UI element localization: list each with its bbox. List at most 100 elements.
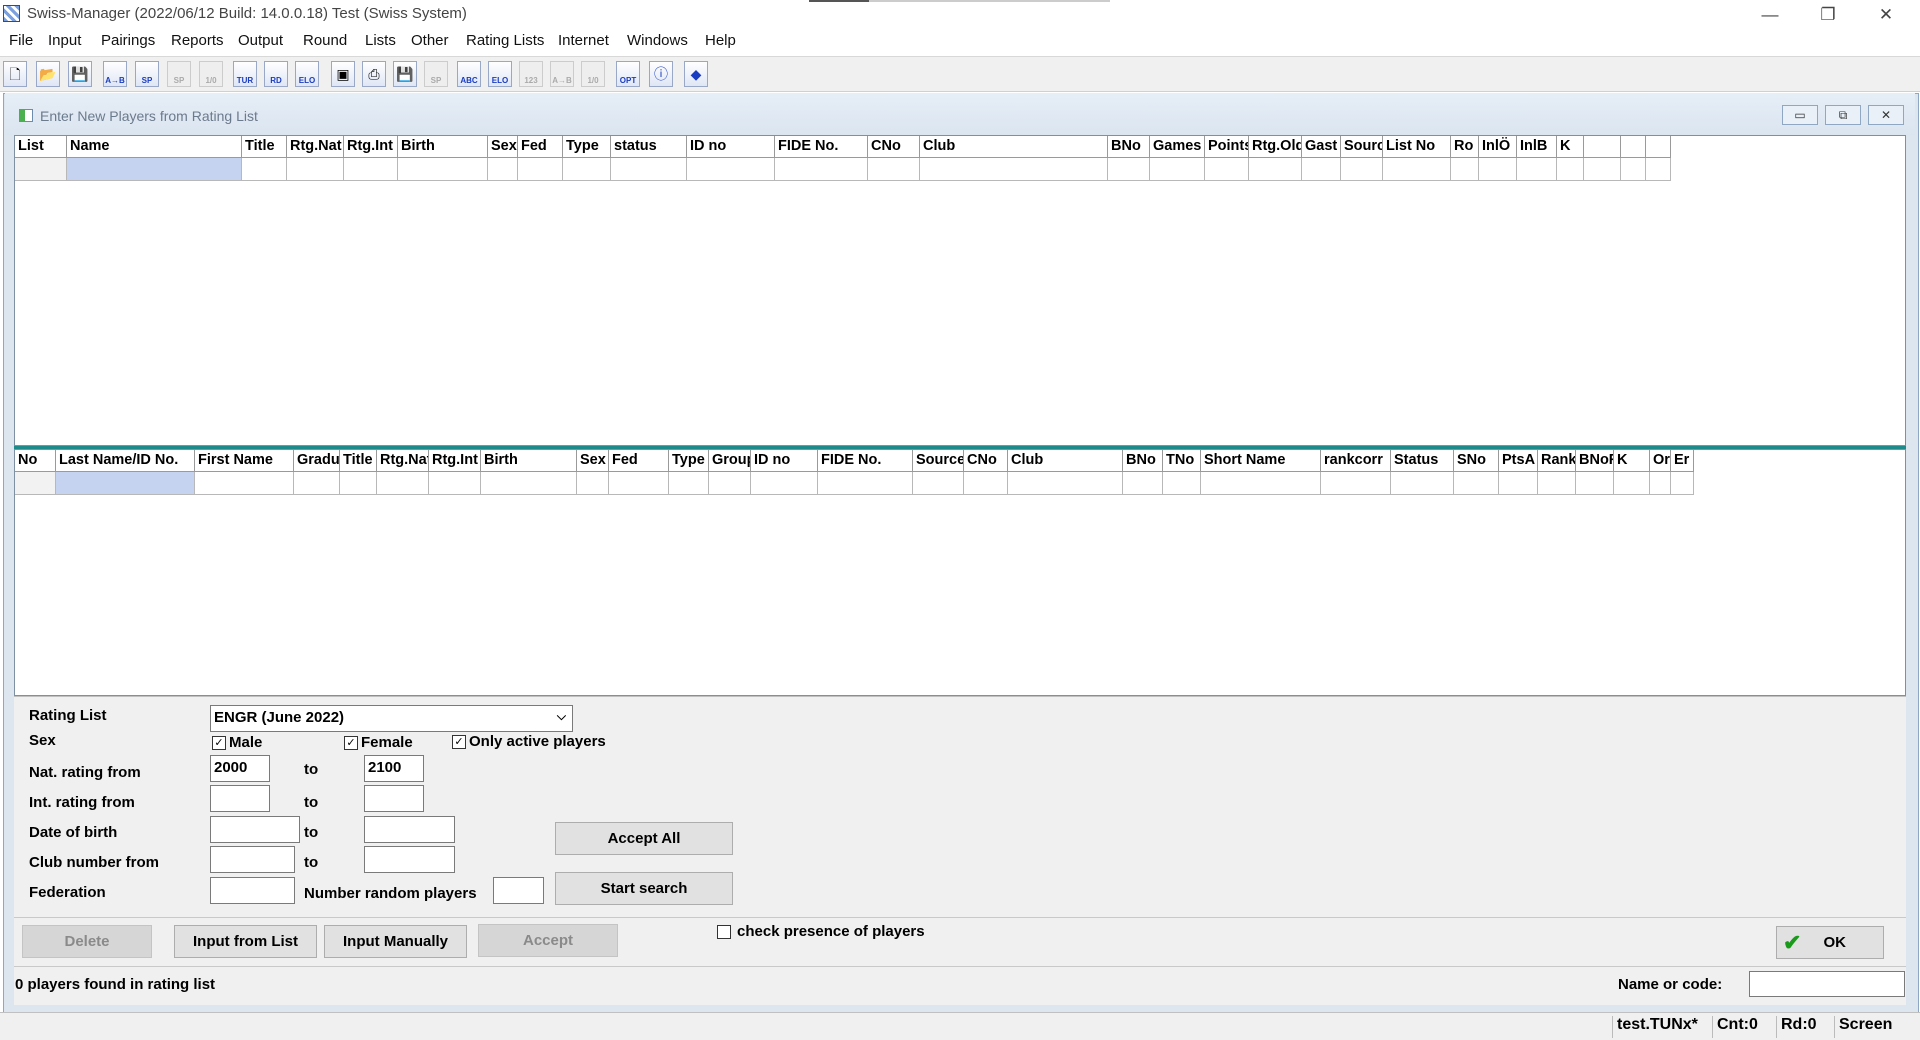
table-cell[interactable] [1302, 158, 1341, 181]
column-header[interactable]: K [1557, 136, 1584, 158]
table-cell[interactable] [481, 472, 577, 495]
save-icon[interactable]: 💾 [68, 61, 92, 87]
column-header[interactable]: CNo [964, 450, 1008, 472]
column-header[interactable]: Games [1150, 136, 1205, 158]
menu-help[interactable]: Help [705, 32, 736, 49]
accept-button[interactable]: Accept [478, 924, 618, 957]
column-header[interactable]: Name [67, 136, 242, 158]
column-header[interactable]: Fed [518, 136, 563, 158]
table-cell[interactable] [1517, 158, 1557, 181]
child-restore-button[interactable]: ⧉ [1825, 105, 1861, 125]
menu-reports[interactable]: Reports [171, 32, 224, 49]
table-cell[interactable] [913, 472, 964, 495]
table-cell[interactable] [818, 472, 913, 495]
column-header[interactable]: FIDE No. [818, 450, 913, 472]
new-file-icon[interactable]: 🗋 [3, 61, 27, 87]
club-from-input[interactable] [210, 846, 295, 873]
pairing-ab-icon[interactable]: A→B [103, 61, 127, 87]
table-cell[interactable] [1008, 472, 1123, 495]
table-cell[interactable] [563, 158, 611, 181]
ab-disabled-icon[interactable]: A→B [550, 61, 574, 87]
column-header[interactable]: InlÖ [1479, 136, 1517, 158]
sp-disabled-icon[interactable]: SP [167, 61, 191, 87]
menu-file[interactable]: File [9, 32, 33, 49]
child-close-button[interactable]: ✕ [1868, 105, 1904, 125]
column-header[interactable]: No [15, 450, 56, 472]
column-header[interactable]: Rtg.Nat [377, 450, 429, 472]
table-cell[interactable] [920, 158, 1108, 181]
dob-to-input[interactable] [364, 816, 455, 843]
table-cell[interactable] [429, 472, 481, 495]
table-cell[interactable] [340, 472, 377, 495]
screen-icon[interactable]: ▣ [331, 61, 355, 87]
delete-button[interactable]: Delete [22, 925, 152, 958]
rating-list-grid[interactable]: List Name Title Rtg.Nat Rtg.Int Birth Sex Fed Ty… [14, 135, 1906, 446]
column-header[interactable]: Group [709, 450, 751, 472]
table-cell[interactable] [1499, 472, 1538, 495]
table-cell[interactable] [1557, 158, 1584, 181]
column-header[interactable]: Rank [1538, 450, 1576, 472]
male-checkbox[interactable]: ✓ [212, 736, 226, 750]
column-header[interactable]: Source [913, 450, 964, 472]
menu-input[interactable]: Input [48, 32, 81, 49]
table-cell[interactable] [868, 158, 920, 181]
rd-icon[interactable]: RD [264, 61, 288, 87]
table-cell[interactable] [611, 158, 687, 181]
column-header[interactable]: List No [1383, 136, 1451, 158]
table-cell[interactable] [1584, 158, 1621, 181]
sp-icon[interactable]: SP [135, 61, 159, 87]
nat-rating-from-input[interactable]: 2000 [210, 755, 270, 782]
tur-icon[interactable]: TUR [233, 61, 257, 87]
opt-icon[interactable]: OPT [616, 61, 640, 87]
column-header[interactable]: Sex [577, 450, 609, 472]
table-cell[interactable] [344, 158, 398, 181]
column-header[interactable]: Title [340, 450, 377, 472]
table-cell[interactable] [1391, 472, 1454, 495]
table-cell[interactable] [964, 472, 1008, 495]
column-header[interactable]: BNo [1108, 136, 1150, 158]
int-rating-to-input[interactable] [364, 785, 424, 812]
book-icon[interactable]: ◆ [684, 61, 708, 87]
restore-button[interactable]: ❐ [1799, 0, 1857, 30]
123-disabled-icon[interactable]: 123 [519, 61, 543, 87]
close-button[interactable]: ✕ [1857, 0, 1915, 30]
table-cell[interactable] [1650, 472, 1671, 495]
column-header[interactable]: SNo [1454, 450, 1499, 472]
column-header[interactable]: Title [242, 136, 287, 158]
column-header[interactable]: List [15, 136, 67, 158]
menu-windows[interactable]: Windows [627, 32, 688, 49]
table-cell[interactable] [488, 158, 518, 181]
table-cell[interactable] [1163, 472, 1201, 495]
input-from-list-button[interactable]: Input from List [174, 925, 317, 958]
column-header[interactable]: Gradu [294, 450, 340, 472]
table-cell[interactable] [1108, 158, 1150, 181]
input-manually-button[interactable]: Input Manually [324, 925, 467, 958]
menu-pairings[interactable]: Pairings [101, 32, 155, 49]
table-cell[interactable] [609, 472, 669, 495]
table-cell[interactable] [1479, 158, 1517, 181]
menu-lists[interactable]: Lists [365, 32, 396, 49]
column-header[interactable]: Type [563, 136, 611, 158]
menu-rating-lists[interactable]: Rating Lists [466, 32, 544, 49]
table-cell[interactable] [1205, 158, 1249, 181]
table-cell[interactable] [669, 472, 709, 495]
column-header[interactable]: status [611, 136, 687, 158]
child-minimize-button[interactable]: ▭ [1782, 105, 1818, 125]
column-header[interactable]: Type [669, 450, 709, 472]
table-cell[interactable] [1671, 472, 1694, 495]
column-header[interactable]: ID no [687, 136, 775, 158]
column-header[interactable]: Fed [609, 450, 669, 472]
column-header[interactable]: Er [1671, 450, 1694, 472]
table-cell[interactable] [15, 472, 56, 495]
table-cell[interactable] [1383, 158, 1451, 181]
column-header[interactable]: Points [1205, 136, 1249, 158]
table-cell[interactable] [1538, 472, 1576, 495]
table-cell[interactable] [15, 158, 67, 181]
print-icon[interactable]: ⎙ [362, 61, 386, 87]
dob-from-input[interactable] [210, 816, 300, 843]
column-header[interactable]: TNo [1163, 450, 1201, 472]
column-header[interactable]: K [1614, 450, 1650, 472]
start-search-button[interactable]: Start search [555, 872, 733, 905]
table-cell[interactable] [751, 472, 818, 495]
column-header[interactable] [1584, 136, 1621, 158]
